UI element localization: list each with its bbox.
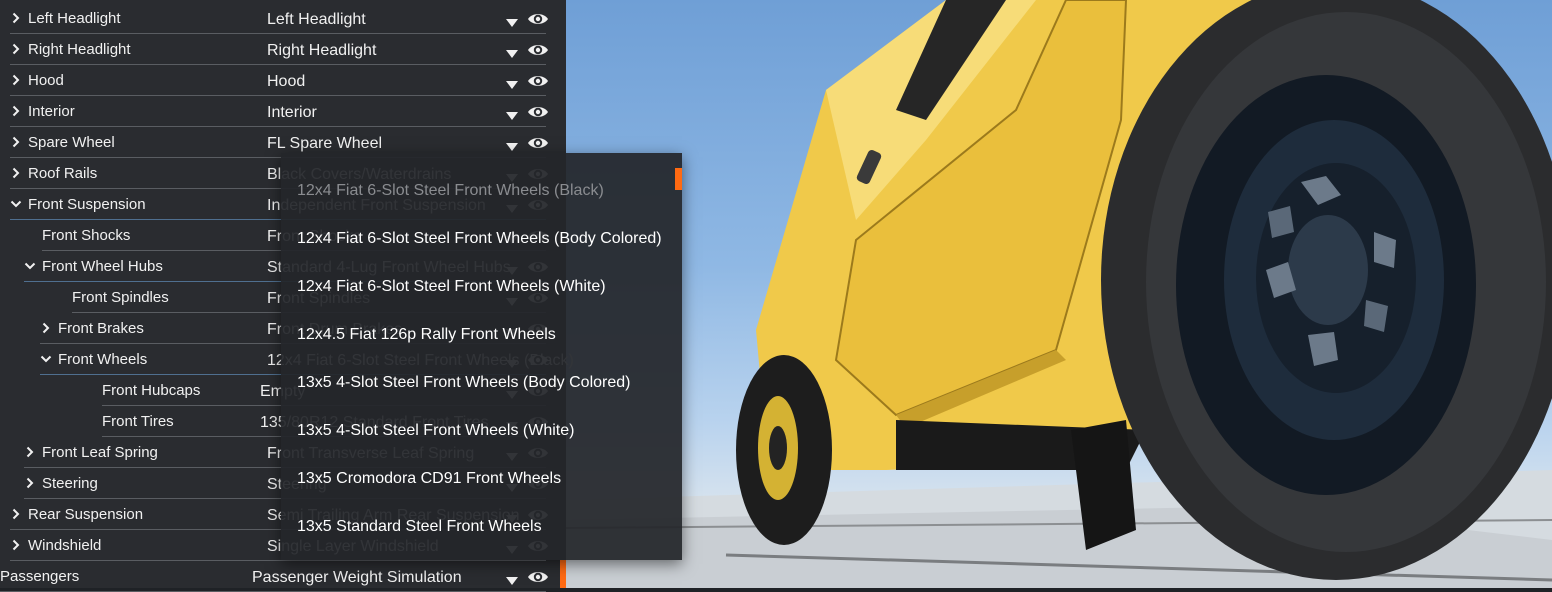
eye-icon[interactable] (527, 569, 549, 585)
dropdown-option-12x4-fiat-6-slot-steel-front-wheels-white[interactable]: 12x4 Fiat 6-Slot Steel Front Wheels (Whi… (297, 278, 606, 296)
part-select-value[interactable]: Right Headlight (267, 42, 376, 60)
chevron-right-icon[interactable] (10, 12, 22, 24)
tree-row-label: Spare Wheel (28, 134, 115, 151)
dropdown-option-12x4-fiat-6-slot-steel-front-wheels-black[interactable]: 12x4 Fiat 6-Slot Steel Front Wheels (Bla… (297, 182, 604, 200)
tree-row-passengers[interactable]: Passengers Passenger Weight Simulation (0, 561, 560, 592)
dropdown-option-12x4-fiat-6-slot-steel-front-wheels-body-colored[interactable]: 12x4 Fiat 6-Slot Steel Front Wheels (Bod… (297, 230, 662, 248)
chevron-down-icon[interactable] (24, 260, 36, 272)
caret-down-icon[interactable] (505, 108, 519, 120)
chevron-right-icon[interactable] (10, 167, 22, 179)
eye-icon[interactable] (527, 135, 549, 151)
chevron-right-icon[interactable] (10, 136, 22, 148)
dropdown-option-13x5-4-slot-steel-front-wheels-body-colored[interactable]: 13x5 4-Slot Steel Front Wheels (Body Col… (297, 374, 630, 392)
tree-row-label: Front Spindles (72, 289, 169, 306)
caret-down-icon[interactable] (505, 15, 519, 27)
vehicle-viewport[interactable] (566, 0, 1552, 588)
part-select-value[interactable]: Passenger Weight Simulation (252, 569, 462, 587)
tree-row-label: Hood (28, 72, 64, 89)
vehicle-render (566, 0, 1552, 588)
eye-icon[interactable] (527, 11, 549, 27)
tree-row-interior[interactable]: Interior Interior (0, 96, 560, 127)
tree-row-label: Roof Rails (28, 165, 98, 182)
chevron-right-icon[interactable] (10, 508, 22, 520)
tree-row-label: Passengers (0, 568, 80, 585)
caret-down-icon[interactable] (505, 77, 519, 89)
tree-row-label: Front Wheels (58, 351, 148, 368)
chevron-down-icon[interactable] (10, 198, 22, 210)
tree-row-label: Front Brakes (58, 320, 144, 337)
chevron-right-icon[interactable] (10, 539, 22, 551)
tree-row-label: Front Leaf Spring (42, 444, 158, 461)
tree-row-label: Front Shocks (42, 227, 131, 244)
tree-row-label: Interior (28, 103, 75, 120)
caret-down-icon[interactable] (505, 139, 519, 151)
dropdown-option-13x5-4-slot-steel-front-wheels-white[interactable]: 13x5 4-Slot Steel Front Wheels (White) (297, 422, 574, 440)
chevron-down-icon[interactable] (40, 353, 52, 365)
eye-icon[interactable] (527, 73, 549, 89)
front-wheels-dropdown-list[interactable]: 12x4 Fiat 6-Slot Steel Front Wheels (Bla… (281, 153, 682, 560)
tree-row-label: Left Headlight (28, 10, 121, 27)
eye-icon[interactable] (527, 42, 549, 58)
caret-down-icon[interactable] (505, 46, 519, 58)
tree-row-hood[interactable]: Hood Hood (0, 65, 560, 96)
chevron-right-icon[interactable] (24, 477, 36, 489)
tree-row-label: Steering (42, 475, 98, 492)
panel-scrollbar[interactable] (560, 560, 566, 588)
chevron-right-icon[interactable] (10, 105, 22, 117)
tree-row-label: Front Tires (102, 413, 174, 430)
tree-row-label: Windshield (28, 537, 102, 554)
chevron-right-icon[interactable] (10, 74, 22, 86)
part-select-value[interactable]: Left Headlight (267, 11, 366, 29)
part-select-value[interactable]: FL Spare Wheel (267, 135, 382, 153)
tree-row-label: Rear Suspension (28, 506, 144, 523)
chevron-right-icon[interactable] (40, 322, 52, 334)
tree-row-label: Front Wheel Hubs (42, 258, 163, 275)
eye-icon[interactable] (527, 104, 549, 120)
chevron-right-icon[interactable] (24, 446, 36, 458)
dropdown-option-13x5-standard-steel-front-wheels[interactable]: 13x5 Standard Steel Front Wheels (297, 518, 542, 536)
tree-row-label: Front Suspension (28, 196, 146, 213)
chevron-right-icon[interactable] (10, 43, 22, 55)
tree-row-label: Front Hubcaps (102, 382, 201, 399)
part-select-value[interactable]: Interior (267, 104, 317, 122)
dropdown-option-12x4-5-fiat-126p-rally-front-wheels[interactable]: 12x4.5 Fiat 126p Rally Front Wheels (297, 326, 556, 344)
dropdown-scrollbar[interactable] (675, 168, 682, 190)
tree-row-left-headlight[interactable]: Left Headlight Left Headlight (0, 3, 560, 34)
caret-down-icon[interactable] (505, 573, 519, 585)
dropdown-option-13x5-cromodora-cd91-front-wheels[interactable]: 13x5 Cromodora CD91 Front Wheels (297, 470, 561, 488)
part-select-value[interactable]: Hood (267, 73, 305, 91)
tree-row-label: Right Headlight (28, 41, 131, 58)
tree-row-right-headlight[interactable]: Right Headlight Right Headlight (0, 34, 560, 65)
